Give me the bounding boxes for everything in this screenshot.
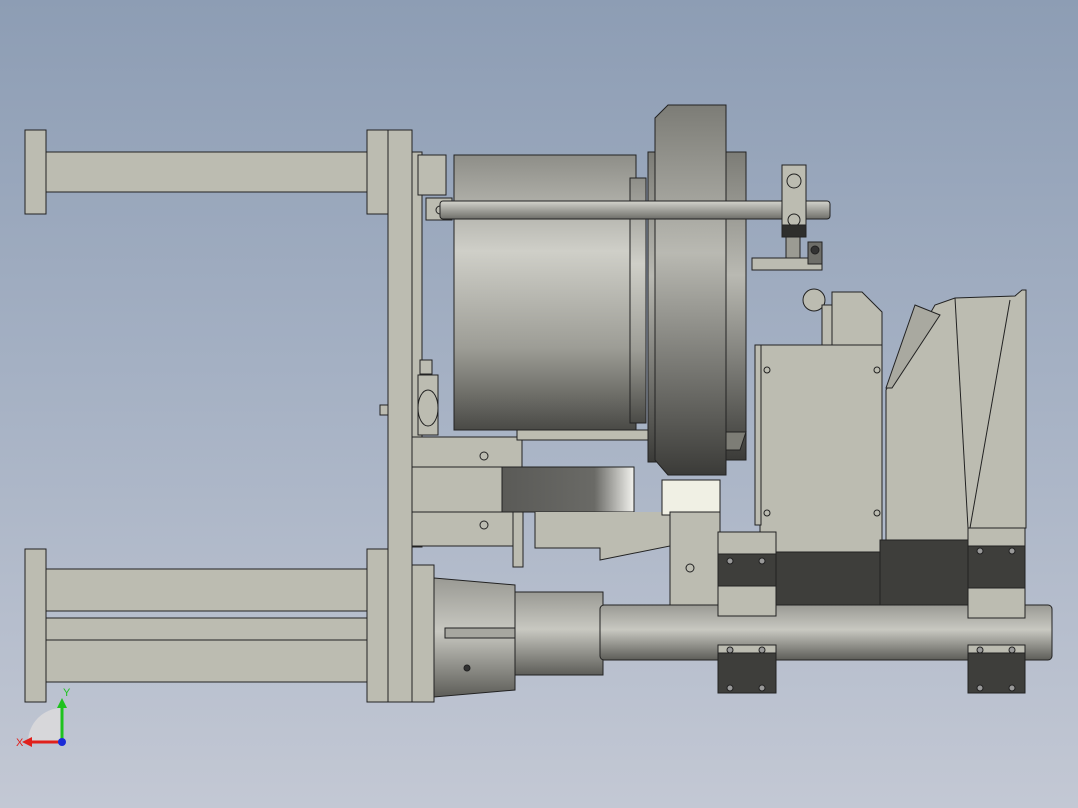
upper-bracket (24, 129, 391, 215)
triad-quadrant (28, 708, 62, 742)
vertical-plate (387, 129, 413, 703)
drum-flange (654, 104, 727, 476)
drum-body (453, 154, 637, 431)
axis-triad: Y X (16, 687, 71, 749)
x-axis-arrowhead (22, 737, 32, 747)
pillow-block-right (967, 527, 1026, 694)
lower-bracket (24, 548, 391, 703)
guide-rod (439, 200, 831, 220)
enclosure-box (759, 344, 883, 556)
y-axis-arrowhead (57, 698, 67, 708)
x-axis-label: X (16, 737, 24, 749)
assembly-model[interactable] (0, 0, 1078, 808)
y-axis-label: Y (63, 687, 71, 699)
cad-viewport[interactable]: Y X (0, 0, 1078, 808)
pillow-block-left (717, 531, 777, 694)
z-axis-dot (58, 738, 66, 746)
